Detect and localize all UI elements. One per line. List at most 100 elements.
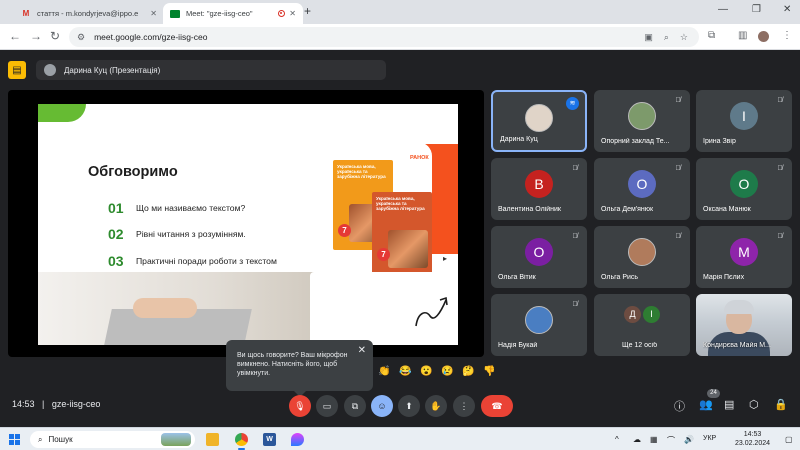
reload-icon[interactable]: ↻ bbox=[50, 29, 60, 43]
wifi-icon[interactable]: ⌒ bbox=[667, 435, 675, 446]
tab-gmail[interactable]: M стаття - m.kondyrjeva@ippo.e ✕ bbox=[14, 3, 164, 24]
participant-tile[interactable]: 🎙̸ Надія Букай bbox=[491, 294, 587, 356]
tray-chevron-icon[interactable]: ^ bbox=[615, 435, 619, 444]
participant-tile[interactable]: О 🎙̸ Оксана Манюк bbox=[696, 158, 792, 220]
mic-toggle-button[interactable]: 🎙 bbox=[289, 395, 311, 417]
network-icon[interactable]: ▦ bbox=[650, 435, 658, 444]
participant-tile[interactable]: Кондирєва Майя М... bbox=[696, 294, 792, 356]
participant-avatar: І bbox=[643, 306, 660, 323]
chrome-icon[interactable] bbox=[235, 433, 248, 450]
reaction-thinking-icon[interactable]: 🤔 bbox=[458, 366, 479, 377]
participant-tile[interactable]: О 🎙̸ Ольга Вітик bbox=[491, 226, 587, 288]
book-collage bbox=[388, 230, 428, 268]
search-highlight-image bbox=[161, 433, 191, 446]
windows-taskbar: ⌕ Пошук W ^ ☁ ▦ ⌒ 🔊 УКР 14:53 23.02.2024… bbox=[0, 427, 800, 450]
chat-icon[interactable]: ▤ bbox=[724, 398, 734, 411]
more-vert-icon: ⋮ bbox=[459, 401, 469, 411]
slide-item: 01 Що ми називаємо текстом? bbox=[108, 200, 245, 216]
curved-arrow-icon bbox=[415, 296, 448, 327]
present-screen-icon: ⬆ bbox=[405, 401, 413, 411]
camera-hair bbox=[724, 300, 754, 314]
present-button[interactable]: ⬆ bbox=[398, 395, 420, 417]
restore-icon[interactable]: ❐ bbox=[752, 4, 761, 15]
camera-icon[interactable]: ▣ bbox=[644, 32, 653, 43]
close-tab-icon[interactable]: ✕ bbox=[289, 9, 296, 18]
back-icon[interactable]: ← bbox=[9, 29, 21, 43]
participant-tile[interactable]: 🎙̸ Ольга Рись bbox=[594, 226, 690, 288]
participant-name: Кондирєва Майя М... bbox=[703, 342, 771, 349]
tab-meet[interactable]: Meet: "gze-iisg-ceo" ✕ bbox=[163, 3, 303, 24]
raise-hand-button[interactable]: ✋ bbox=[425, 395, 447, 417]
participant-avatar: М bbox=[730, 238, 758, 266]
host-controls-icon[interactable]: 🔒 bbox=[774, 398, 788, 411]
meeting-details-icon[interactable]: ⓘ bbox=[674, 398, 685, 414]
participant-tile[interactable]: І 🎙̸ Ірина Звір bbox=[696, 90, 792, 152]
captions-button[interactable]: ⧉ bbox=[344, 395, 366, 417]
reaction-clap-icon[interactable]: 👏 bbox=[374, 366, 395, 377]
slide-item: 02 Рівні читання з розумінням. bbox=[108, 226, 246, 242]
language-indicator[interactable]: УКР bbox=[703, 435, 716, 442]
notifications-icon[interactable]: ▢ bbox=[785, 435, 793, 444]
extensions-icon[interactable]: ⧉ bbox=[708, 30, 715, 41]
slide-item-text: Що ми називаємо текстом? bbox=[136, 203, 246, 213]
address-bar[interactable]: ⚙ meet.google.com/gze-iisg-ceo ▣ ⌕ ☆ bbox=[69, 27, 699, 47]
leave-call-button[interactable]: ☎ bbox=[481, 395, 513, 417]
side-panel-icon[interactable]: ▥ bbox=[738, 30, 747, 41]
participant-tile[interactable]: 🎙̸ Опорний заклад Те... bbox=[594, 90, 690, 152]
participant-tile[interactable]: ≋ Дарина Куц bbox=[491, 90, 587, 152]
reaction-sad-icon[interactable]: 😢 bbox=[437, 366, 458, 377]
file-explorer-icon[interactable] bbox=[206, 433, 219, 446]
presentation-panel-icon[interactable]: ▤ bbox=[8, 61, 26, 79]
reactions-button[interactable]: ☺ bbox=[371, 395, 393, 417]
camera-icon: ▭ bbox=[322, 401, 332, 411]
meeting-time-code: 14:53 | gze-iisg-ceo bbox=[12, 399, 100, 409]
participant-name: Оксана Манюк bbox=[703, 206, 751, 213]
more-participants-tile[interactable]: Д І Ще 12 осіб bbox=[594, 294, 690, 356]
cloud-icon[interactable]: ☁ bbox=[633, 435, 641, 444]
word-icon[interactable]: W bbox=[263, 433, 276, 446]
taskbar-date: 23.02.2024 bbox=[734, 439, 771, 447]
start-icon[interactable] bbox=[9, 434, 20, 445]
app-icon[interactable] bbox=[291, 433, 304, 446]
volume-icon[interactable]: 🔊 bbox=[684, 435, 694, 444]
participant-tile[interactable]: О 🎙̸ Ольга Дем'янюк bbox=[594, 158, 690, 220]
activities-icon[interactable]: ⬡ bbox=[749, 398, 759, 411]
bookmark-star-icon[interactable]: ☆ bbox=[680, 32, 688, 43]
participant-name: Дарина Куц bbox=[500, 136, 538, 143]
toast-close-icon[interactable]: ✕ bbox=[358, 346, 366, 356]
camera-toggle-button[interactable]: ▭ bbox=[316, 395, 338, 417]
menu-icon[interactable]: ⋮ bbox=[782, 30, 792, 41]
toast-text: Ви щось говорите? Ваш мікрофон вимкнено.… bbox=[237, 352, 348, 377]
participant-avatar: О bbox=[628, 170, 656, 198]
slide-item: 03 Практичні поради роботи з текстом bbox=[108, 253, 277, 269]
emoji-icon: ☺ bbox=[377, 401, 387, 411]
participant-tile[interactable]: М 🎙̸ Марія Пєлих bbox=[696, 226, 792, 288]
taskbar-search[interactable]: ⌕ Пошук bbox=[30, 431, 195, 448]
taskbar-clock[interactable]: 14:53 23.02.2024 bbox=[730, 431, 775, 448]
hang-up-icon: ☎ bbox=[491, 401, 503, 411]
slide-item-text: Рівні читання з розумінням. bbox=[136, 229, 246, 239]
tab-title: стаття - m.kondyrjeva@ippo.e bbox=[37, 9, 139, 18]
reaction-laugh-icon[interactable]: 😂 bbox=[395, 366, 416, 377]
forward-icon[interactable]: → bbox=[30, 29, 42, 43]
more-options-button[interactable]: ⋮ bbox=[453, 395, 475, 417]
close-tab-icon[interactable]: ✕ bbox=[150, 9, 157, 18]
hand-icon: ✋ bbox=[430, 401, 442, 411]
reaction-surprised-icon[interactable]: 😮 bbox=[416, 366, 437, 377]
participant-name: Ольга Дем'янюк bbox=[601, 206, 654, 213]
slide-item-text: Практичні поради роботи з текстом bbox=[136, 256, 277, 266]
participant-name: Валентина Олійник bbox=[498, 206, 561, 213]
profile-avatar[interactable] bbox=[758, 31, 769, 42]
minimize-icon[interactable]: — bbox=[718, 4, 728, 15]
new-tab-icon[interactable]: + bbox=[304, 4, 311, 18]
zoom-icon[interactable]: ⌕ bbox=[664, 32, 669, 43]
participant-tile[interactable]: В 🎙̸ Валентина Олійник bbox=[491, 158, 587, 220]
presenter-chip: Дарина Куц (Презентація) bbox=[36, 60, 386, 80]
participant-name: Опорний заклад Те... bbox=[601, 138, 670, 145]
gmail-icon: M bbox=[22, 8, 30, 18]
close-window-icon[interactable]: ✕ bbox=[783, 4, 791, 15]
mic-off-icon: 🎙̸ bbox=[675, 97, 681, 104]
reaction-thumbs-down-icon[interactable]: 👎 bbox=[479, 366, 500, 377]
people-icon[interactable]: 👥 bbox=[699, 398, 713, 411]
site-info-icon[interactable]: ⚙ bbox=[77, 32, 85, 43]
